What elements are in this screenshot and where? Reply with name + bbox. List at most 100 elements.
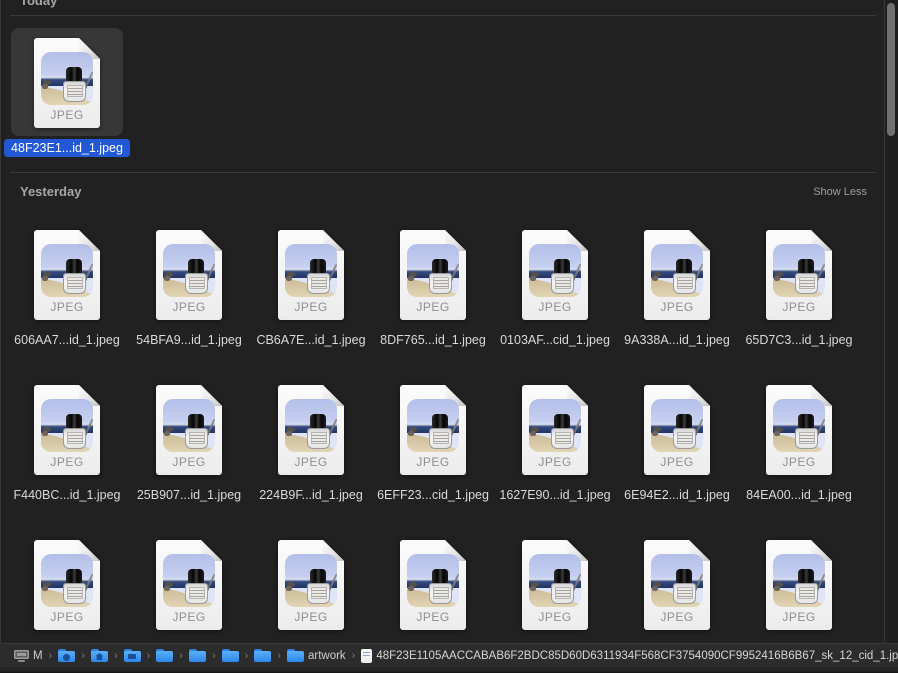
image-thumbnail: [41, 244, 93, 297]
file-item[interactable]: JPEG: [494, 540, 616, 630]
show-less-button[interactable]: Show Less: [813, 186, 867, 198]
file-item[interactable]: JPEG 25B907...id_1.jpeg: [128, 385, 250, 502]
jpeg-file-icon[interactable]: JPEG: [766, 230, 832, 320]
path-item-label: artwork: [307, 649, 346, 662]
path-item-folder[interactable]: [90, 649, 108, 662]
file-name-label[interactable]: 25B907...id_1.jpeg: [137, 488, 241, 502]
file-item[interactable]: JPEG CB6A7E...id_1.jpeg: [250, 230, 372, 347]
file-type-label: JPEG: [782, 610, 816, 624]
file-name-label[interactable]: 9A338A...id_1.jpeg: [624, 333, 730, 347]
file-name-label[interactable]: F440BC...id_1.jpeg: [13, 488, 120, 502]
jpeg-file-icon[interactable]: JPEG: [400, 540, 466, 630]
jpeg-file-icon[interactable]: JPEG: [34, 540, 100, 630]
file-item[interactable]: JPEG: [250, 540, 372, 630]
folder-icon: [221, 649, 239, 662]
file-name-label[interactable]: 84EA00...id_1.jpeg: [746, 488, 852, 502]
jpeg-file-icon[interactable]: JPEG: [522, 540, 588, 630]
file-name-label[interactable]: 6E94E2...id_1.jpeg: [624, 488, 730, 502]
image-thumbnail: [651, 554, 703, 607]
scrollbar-thumb[interactable]: [887, 3, 895, 136]
file-name-label[interactable]: 65D7C3...id_1.jpeg: [745, 333, 852, 347]
path-item-folder[interactable]: [254, 649, 272, 662]
chevron-right-icon: ›: [244, 649, 249, 662]
file-name-label[interactable]: CB6A7E...id_1.jpeg: [256, 333, 365, 347]
file-type-label: JPEG: [416, 300, 450, 314]
section-header-today: Today: [20, 0, 58, 8]
file-name-label[interactable]: 54BFA9...id_1.jpeg: [136, 333, 242, 347]
image-thumbnail: [41, 554, 93, 607]
file-item[interactable]: JPEG 54BFA9...id_1.jpeg: [128, 230, 250, 347]
file-name-label[interactable]: 224B9F...id_1.jpeg: [259, 488, 363, 502]
file-type-label: JPEG: [172, 455, 206, 469]
file-name-label[interactable]: 1627E90...id_1.jpeg: [499, 488, 610, 502]
jpeg-file-icon[interactable]: JPEG: [156, 230, 222, 320]
file-item[interactable]: JPEG 84EA00...id_1.jpeg: [738, 385, 860, 502]
file-item[interactable]: JPEG: [372, 540, 494, 630]
jpeg-file-icon[interactable]: JPEG: [522, 385, 588, 475]
jpeg-file-icon[interactable]: JPEG: [400, 385, 466, 475]
finder-window: Today JPEG 48F23E1...id_1.jpeg Yesterday…: [0, 0, 898, 673]
file-item[interactable]: JPEG 6EFF23...cid_1.jpeg: [372, 385, 494, 502]
file-name-label[interactable]: 6EFF23...cid_1.jpeg: [377, 488, 489, 502]
path-item-folder[interactable]: [221, 649, 239, 662]
jpeg-file-icon[interactable]: JPEG: [766, 540, 832, 630]
jpeg-file-icon[interactable]: JPEG: [644, 385, 710, 475]
file-type-label: JPEG: [538, 300, 572, 314]
file-item[interactable]: JPEG 1627E90...id_1.jpeg: [494, 385, 616, 502]
file-item[interactable]: JPEG 9A338A...id_1.jpeg: [616, 230, 738, 347]
jpeg-file-icon[interactable]: JPEG: [278, 540, 344, 630]
jpeg-file-icon[interactable]: JPEG: [644, 230, 710, 320]
file-name-label[interactable]: 606AA7...id_1.jpeg: [14, 333, 120, 347]
file-type-label: JPEG: [50, 455, 84, 469]
path-item-computer[interactable]: M: [14, 649, 43, 662]
jpeg-file-icon[interactable]: JPEG: [522, 230, 588, 320]
jpeg-file-icon[interactable]: JPEG: [278, 230, 344, 320]
file-item[interactable]: JPEG: [6, 540, 128, 630]
jpeg-file-icon[interactable]: JPEG: [34, 385, 100, 475]
file-type-label: JPEG: [50, 610, 84, 624]
jpeg-file-icon[interactable]: JPEG: [766, 385, 832, 475]
jpeg-file-icon[interactable]: JPEG: [278, 385, 344, 475]
window-left-border: [0, 0, 1, 673]
file-item[interactable]: JPEG 8DF765...id_1.jpeg: [372, 230, 494, 347]
file-item[interactable]: JPEG 224B9F...id_1.jpeg: [250, 385, 372, 502]
jpeg-file-icon[interactable]: JPEG: [34, 230, 100, 320]
file-type-label: JPEG: [172, 610, 206, 624]
section-divider: [10, 15, 876, 16]
path-item-folder[interactable]: [188, 649, 206, 662]
file-type-label: JPEG: [294, 455, 328, 469]
file-item[interactable]: JPEG 6E94E2...id_1.jpeg: [616, 385, 738, 502]
path-item-folder[interactable]: [58, 649, 76, 662]
file-name-label[interactable]: 0103AF...cid_1.jpeg: [500, 333, 610, 347]
file-item[interactable]: JPEG: [738, 540, 860, 630]
file-item[interactable]: JPEG: [616, 540, 738, 630]
file-item[interactable]: JPEG 606AA7...id_1.jpeg: [6, 230, 128, 347]
file-type-label: JPEG: [50, 300, 84, 314]
file-item[interactable]: JPEG 65D7C3...id_1.jpeg: [738, 230, 860, 347]
selected-file-label[interactable]: 48F23E1...id_1.jpeg: [4, 139, 130, 157]
chevron-right-icon: ›: [81, 649, 85, 662]
jpeg-file-icon[interactable]: JPEG: [34, 38, 100, 128]
file-type-label: JPEG: [538, 610, 572, 624]
path-item-file[interactable]: 48F23E1105AACCABAB6F2BDC85D60D6311934F56…: [361, 648, 898, 663]
image-thumbnail: [163, 554, 215, 607]
path-item-folder[interactable]: [123, 649, 141, 662]
document-icon: [361, 648, 373, 663]
file-type-label: JPEG: [660, 610, 694, 624]
image-thumbnail: [651, 244, 703, 297]
file-item[interactable]: JPEG: [128, 540, 250, 630]
path-item-folder-artwork[interactable]: artwork: [286, 649, 346, 662]
file-type-label: JPEG: [782, 455, 816, 469]
file-type-label: JPEG: [660, 455, 694, 469]
file-name-label[interactable]: 8DF765...id_1.jpeg: [380, 333, 486, 347]
jpeg-file-icon[interactable]: JPEG: [644, 540, 710, 630]
file-type-label: JPEG: [294, 610, 328, 624]
file-item[interactable]: JPEG F440BC...id_1.jpeg: [6, 385, 128, 502]
scrollbar-track[interactable]: [884, 0, 898, 643]
jpeg-file-icon[interactable]: JPEG: [400, 230, 466, 320]
file-item[interactable]: JPEG 0103AF...cid_1.jpeg: [494, 230, 616, 347]
jpeg-file-icon[interactable]: JPEG: [156, 540, 222, 630]
path-item-folder[interactable]: [156, 649, 174, 662]
image-thumbnail: [773, 554, 825, 607]
jpeg-file-icon[interactable]: JPEG: [156, 385, 222, 475]
